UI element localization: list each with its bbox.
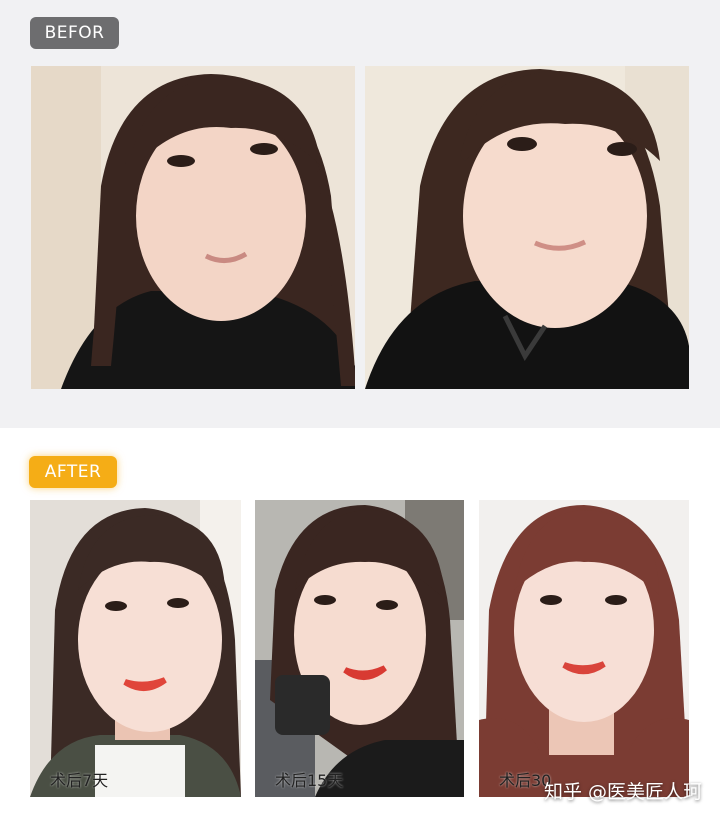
after-section: AFTER 术后7天 术后15天 术后30 知乎 @医美匠人珂	[0, 428, 720, 820]
after-photo-3: 术后30	[479, 500, 689, 797]
before-photo-2	[365, 66, 689, 389]
after-badge: AFTER	[29, 456, 117, 488]
after-photo-2: 术后15天	[255, 500, 464, 797]
watermark: 知乎 @医美匠人珂	[543, 781, 702, 803]
before-section: BEFOR	[0, 0, 720, 428]
after-caption-2: 术后15天	[275, 771, 344, 790]
after-caption-1: 术后7天	[50, 771, 109, 790]
before-badge: BEFOR	[30, 17, 119, 49]
before-photo-1	[31, 66, 355, 389]
after-photo-1: 术后7天	[30, 500, 241, 797]
